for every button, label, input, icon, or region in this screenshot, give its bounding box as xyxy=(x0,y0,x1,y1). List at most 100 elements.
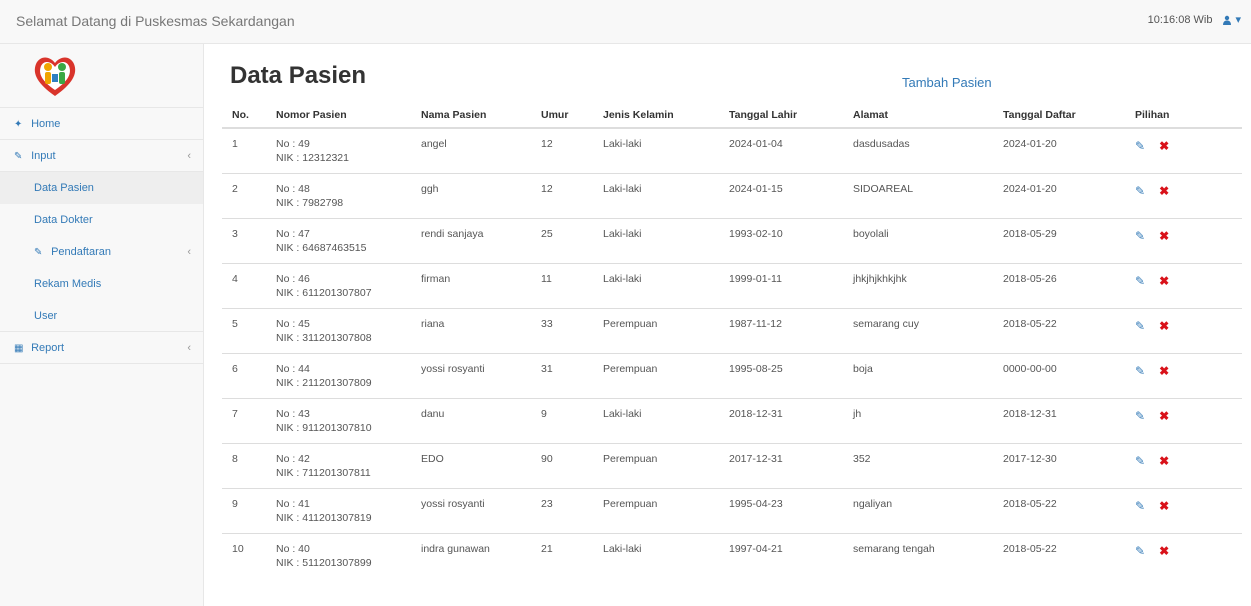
cell-tanggal-lahir: 1997-04-21 xyxy=(719,532,843,578)
row-actions: ✎ ✖ xyxy=(1135,452,1232,468)
sidebar-item-rekam-medis[interactable]: Rekam Medis xyxy=(0,268,203,300)
cell-nama: yossi rosyanti xyxy=(411,352,531,398)
cell-umur: 12 xyxy=(531,127,593,173)
sidebar-item-label: Pendaftaran xyxy=(51,246,111,258)
chevron-left-icon: ‹ xyxy=(187,150,191,162)
cell-umur: 23 xyxy=(531,487,593,533)
patient-nik: NIK : 611201307807 xyxy=(276,286,372,299)
sidebar-item-user[interactable]: User xyxy=(0,300,203,332)
sidebar-item-input[interactable]: ✎ Input ‹ xyxy=(0,140,203,172)
edit-icon[interactable]: ✎ xyxy=(1135,139,1145,153)
cell-jenis-kelamin: Perempuan xyxy=(593,442,719,488)
cell-nama: rendi sanjaya xyxy=(411,217,531,263)
patient-nik: NIK : 311201307808 xyxy=(276,331,372,344)
row-actions: ✎ ✖ xyxy=(1135,272,1232,288)
sidebar-item-report[interactable]: ▦ Report ‹ xyxy=(0,332,203,364)
page-title: Data Pasien xyxy=(230,62,367,89)
sidebar-item-label: Home xyxy=(31,118,61,130)
sidebar-item-home[interactable]: ✦ Home xyxy=(0,108,203,140)
puskesmas-logo xyxy=(34,57,76,96)
delete-icon[interactable]: ✖ xyxy=(1159,319,1169,333)
cell-jenis-kelamin: Laki-laki xyxy=(593,172,719,218)
cell-jenis-kelamin: Perempuan xyxy=(593,487,719,533)
patient-nik: NIK : 211201307809 xyxy=(276,376,372,389)
cell-alamat: dasdusadas xyxy=(843,127,993,173)
delete-icon[interactable]: ✖ xyxy=(1159,454,1169,468)
cell-tanggal-lahir: 2017-12-31 xyxy=(719,442,843,488)
navbar-right: 10:16:08 Wib ▾ xyxy=(1148,13,1241,27)
row-actions: ✎ ✖ xyxy=(1135,182,1232,198)
cell-nomor-pasien: No : 48 NIK : 7982798 xyxy=(266,172,411,218)
cell-alamat: ngaliyan xyxy=(843,487,993,533)
delete-icon[interactable]: ✖ xyxy=(1159,544,1169,558)
cell-nama: angel xyxy=(411,127,531,173)
cell-pilihan: ✎ ✖ xyxy=(1125,172,1242,218)
cell-umur: 31 xyxy=(531,352,593,398)
cell-tanggal-daftar: 2018-05-26 xyxy=(993,262,1125,308)
sidebar-nav: ✦ Home ✎ Input ‹ Data Pasien Data Dokter… xyxy=(0,108,203,364)
delete-icon[interactable]: ✖ xyxy=(1159,184,1169,198)
edit-icon[interactable]: ✎ xyxy=(1135,499,1145,513)
edit-icon[interactable]: ✎ xyxy=(1135,409,1145,423)
user-menu-toggle[interactable]: ▾ xyxy=(1222,13,1241,26)
cell-tanggal-daftar: 2018-12-31 xyxy=(993,397,1125,443)
edit-icon[interactable]: ✎ xyxy=(1135,184,1145,198)
home-icon: ✦ xyxy=(14,119,23,130)
cell-tanggal-daftar: 2024-01-20 xyxy=(993,172,1125,218)
sidebar-item-label: Input xyxy=(31,150,56,162)
cell-nomor-pasien: No : 44 NIK : 211201307809 xyxy=(266,352,411,398)
cell-nama: yossi rosyanti xyxy=(411,487,531,533)
cell-tanggal-lahir: 1995-04-23 xyxy=(719,487,843,533)
caret-down-icon: ▾ xyxy=(1235,14,1241,26)
column-header: Pilihan xyxy=(1125,102,1242,129)
cell-nama: EDO xyxy=(411,442,531,488)
table-row: 10 No : 40 NIK : 511201307899 indra gunawan… xyxy=(222,532,1242,578)
cell-tanggal-lahir: 1995-08-25 xyxy=(719,352,843,398)
cell-nama: danu xyxy=(411,397,531,443)
sidebar-item-label: Data Dokter xyxy=(34,214,93,226)
edit-icon[interactable]: ✎ xyxy=(1135,544,1145,558)
cell-no: 9 xyxy=(222,487,266,533)
cell-nomor-pasien: No : 47 NIK : 64687463515 xyxy=(266,217,411,263)
cell-pilihan: ✎ ✖ xyxy=(1125,532,1242,578)
table-row: 5 No : 45 NIK : 311201307808 riana 33 Perempu… xyxy=(222,307,1242,353)
navbar-brand[interactable]: Selamat Datang di Puskesmas Sekardangan xyxy=(16,13,295,29)
edit-icon[interactable]: ✎ xyxy=(1135,274,1145,288)
cell-alamat: semarang tengah xyxy=(843,532,993,578)
delete-icon[interactable]: ✖ xyxy=(1159,364,1169,378)
cell-tanggal-lahir: 1999-01-11 xyxy=(719,262,843,308)
column-header: Nomor Pasien xyxy=(266,102,411,129)
edit-icon[interactable]: ✎ xyxy=(1135,454,1145,468)
column-header: Jenis Kelamin xyxy=(593,102,719,129)
cell-no: 2 xyxy=(222,172,266,218)
cell-alamat: jhkjhjkhkjhk xyxy=(843,262,993,308)
edit-icon[interactable]: ✎ xyxy=(1135,319,1145,333)
add-patient-link[interactable]: Tambah Pasien xyxy=(902,75,992,90)
user-icon xyxy=(1223,15,1232,25)
column-header: No. xyxy=(222,102,266,129)
edit-icon[interactable]: ✎ xyxy=(1135,364,1145,378)
edit-icon[interactable]: ✎ xyxy=(1135,229,1145,243)
delete-icon[interactable]: ✖ xyxy=(1159,499,1169,513)
sidebar-item-data-pasien[interactable]: Data Pasien xyxy=(0,172,203,204)
cell-jenis-kelamin: Laki-laki xyxy=(593,127,719,173)
table-body: 1 No : 49 NIK : 12312321 angel 12 Laki-laki 20… xyxy=(222,127,1242,578)
delete-icon[interactable]: ✖ xyxy=(1159,229,1169,243)
cell-no: 7 xyxy=(222,397,266,443)
delete-icon[interactable]: ✖ xyxy=(1159,409,1169,423)
cell-no: 6 xyxy=(222,352,266,398)
cell-alamat: boja xyxy=(843,352,993,398)
cell-jenis-kelamin: Laki-laki xyxy=(593,217,719,263)
sidebar-item-pendaftaran[interactable]: ✎ Pendaftaran ‹ xyxy=(0,236,203,268)
cell-nomor-pasien: No : 40 NIK : 511201307899 xyxy=(266,532,411,578)
cell-jenis-kelamin: Perempuan xyxy=(593,307,719,353)
delete-icon[interactable]: ✖ xyxy=(1159,274,1169,288)
delete-icon[interactable]: ✖ xyxy=(1159,139,1169,153)
cell-umur: 11 xyxy=(531,262,593,308)
cell-no: 8 xyxy=(222,442,266,488)
sidebar-item-data-dokter[interactable]: Data Dokter xyxy=(0,204,203,236)
cell-nomor-pasien: No : 46 NIK : 611201307807 xyxy=(266,262,411,308)
row-actions: ✎ ✖ xyxy=(1135,362,1232,378)
cell-no: 10 xyxy=(222,532,266,578)
cell-nama: indra gunawan xyxy=(411,532,531,578)
